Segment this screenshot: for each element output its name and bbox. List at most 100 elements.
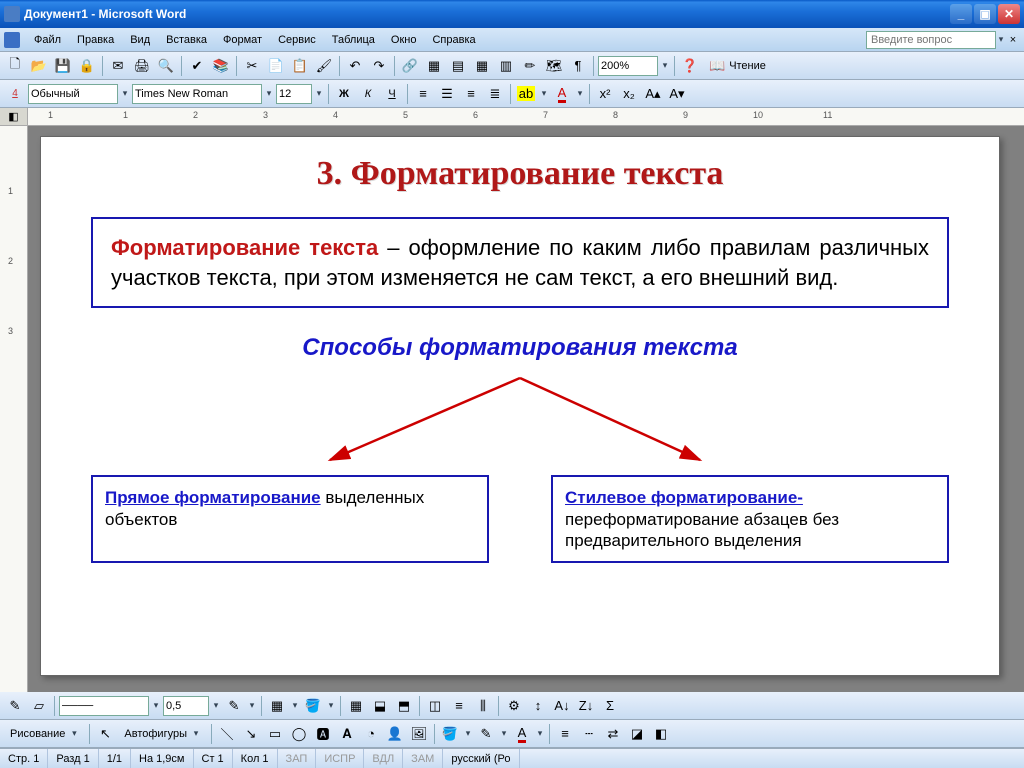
- line-style-dropdown[interactable]: ▾: [151, 700, 161, 711]
- 3d-button[interactable]: ◧: [650, 723, 672, 745]
- styles-pane-button[interactable]: 4: [4, 83, 26, 105]
- draw-table-button[interactable]: ✎: [4, 695, 26, 717]
- border-color-button[interactable]: ✎: [223, 695, 245, 717]
- insert-table2-button[interactable]: ▦: [345, 695, 367, 717]
- font-color-button[interactable]: A: [551, 83, 573, 105]
- arrow-style-button[interactable]: ⇄: [602, 723, 624, 745]
- split-cells-button[interactable]: ⬒: [393, 695, 415, 717]
- oval-button[interactable]: ◯: [288, 723, 310, 745]
- open-button[interactable]: 📂: [28, 55, 50, 77]
- bold-button[interactable]: Ж: [333, 83, 355, 105]
- italic-button[interactable]: К: [357, 83, 379, 105]
- help-button[interactable]: ❓: [679, 55, 701, 77]
- fill-color-dropdown[interactable]: ▾: [463, 728, 473, 739]
- research-button[interactable]: 📚: [210, 55, 232, 77]
- shadow-button[interactable]: ◪: [626, 723, 648, 745]
- show-marks-button[interactable]: ¶: [567, 55, 589, 77]
- distribute-rows-button[interactable]: ≡: [448, 695, 470, 717]
- drawing-toggle-button[interactable]: ✏: [519, 55, 541, 77]
- line-style-select[interactable]: [59, 696, 149, 716]
- line-color-button[interactable]: ✎: [475, 723, 497, 745]
- justify-button[interactable]: ≣: [484, 83, 506, 105]
- distribute-cols-button[interactable]: ⫼: [472, 695, 494, 717]
- undo-button[interactable]: ↶: [344, 55, 366, 77]
- zoom-select[interactable]: [598, 56, 658, 76]
- page-area[interactable]: 3. Форматирование текста Форматирование …: [28, 126, 1024, 692]
- style-dropdown[interactable]: ▾: [120, 88, 130, 99]
- columns-button[interactable]: ▥: [495, 55, 517, 77]
- superscript-button[interactable]: x²: [594, 83, 616, 105]
- hyperlink-button[interactable]: 🔗: [399, 55, 421, 77]
- save-button[interactable]: 💾: [52, 55, 74, 77]
- insert-table-button[interactable]: ▤: [447, 55, 469, 77]
- doc-map-button[interactable]: 🗺: [543, 55, 565, 77]
- autosum-button[interactable]: Σ: [599, 695, 621, 717]
- borders-dropdown[interactable]: ▾: [290, 700, 300, 711]
- status-trk[interactable]: ИСПР: [316, 749, 364, 768]
- new-doc-button[interactable]: 🗋: [4, 55, 26, 77]
- subscript-button[interactable]: x₂: [618, 83, 640, 105]
- minimize-button[interactable]: _: [950, 4, 972, 24]
- align-left-button[interactable]: ≡: [412, 83, 434, 105]
- style-select[interactable]: [28, 84, 118, 104]
- drawing-menu[interactable]: Рисование ▾: [4, 728, 85, 740]
- menu-help[interactable]: Справка: [424, 32, 483, 48]
- underline-button[interactable]: Ч: [381, 83, 403, 105]
- menu-view[interactable]: Вид: [122, 32, 158, 48]
- menu-edit[interactable]: Правка: [69, 32, 122, 48]
- font-select[interactable]: [132, 84, 262, 104]
- table-autoformat-button[interactable]: ⚙: [503, 695, 525, 717]
- print-button[interactable]: 🖨: [131, 55, 153, 77]
- close-help-icon[interactable]: ×: [1006, 34, 1020, 46]
- status-lang[interactable]: русский (Ро: [443, 749, 519, 768]
- horizontal-ruler[interactable]: ◧ 1 1 2 3 4 5 6 7 8 9 10 11: [0, 108, 1024, 126]
- highlight-dropdown[interactable]: ▾: [539, 88, 549, 99]
- autoshapes-dropdown[interactable]: ▾: [191, 728, 201, 739]
- rectangle-button[interactable]: ▭: [264, 723, 286, 745]
- line-button[interactable]: ＼: [216, 723, 238, 745]
- text-direction-button[interactable]: ↕: [527, 695, 549, 717]
- maximize-button[interactable]: ▣: [974, 4, 996, 24]
- format-painter-button[interactable]: 🖌: [313, 55, 335, 77]
- line-style-button[interactable]: ≡: [554, 723, 576, 745]
- merge-cells-button[interactable]: ⬓: [369, 695, 391, 717]
- menu-file[interactable]: Файл: [26, 32, 69, 48]
- status-ovr[interactable]: ЗАМ: [403, 749, 443, 768]
- shading-button[interactable]: 🪣: [302, 695, 324, 717]
- shrink-font-button[interactable]: A▾: [666, 83, 688, 105]
- menu-insert[interactable]: Вставка: [158, 32, 215, 48]
- picture-button[interactable]: 🖼: [408, 723, 430, 745]
- cut-button[interactable]: ✂: [241, 55, 263, 77]
- menu-service[interactable]: Сервис: [270, 32, 324, 48]
- status-ext[interactable]: ВДЛ: [364, 749, 403, 768]
- font-dropdown[interactable]: ▾: [264, 88, 274, 99]
- font-color2-button[interactable]: A: [511, 723, 533, 745]
- help-question-input[interactable]: [866, 31, 996, 49]
- align-cells-button[interactable]: ◫: [424, 695, 446, 717]
- menu-table[interactable]: Таблица: [324, 32, 383, 48]
- document-page[interactable]: 3. Форматирование текста Форматирование …: [40, 136, 1000, 676]
- font-size-dropdown[interactable]: ▾: [314, 88, 324, 99]
- vertical-ruler[interactable]: 1 2 3: [0, 126, 28, 692]
- preview-button[interactable]: 🔍: [155, 55, 177, 77]
- dash-style-button[interactable]: ┄: [578, 723, 600, 745]
- sort-asc-button[interactable]: A↓: [551, 695, 573, 717]
- paste-button[interactable]: 📋: [289, 55, 311, 77]
- line-color-dropdown[interactable]: ▾: [499, 728, 509, 739]
- wordart-button[interactable]: 𝐀: [336, 723, 358, 745]
- font-color2-dropdown[interactable]: ▾: [535, 728, 545, 739]
- eraser-button[interactable]: ▱: [28, 695, 50, 717]
- sort-desc-button[interactable]: Z↓: [575, 695, 597, 717]
- highlight-button[interactable]: ab: [515, 83, 537, 105]
- tables-borders-button[interactable]: ▦: [423, 55, 445, 77]
- textbox-button[interactable]: 🅰: [312, 723, 334, 745]
- clipart-button[interactable]: 👤: [384, 723, 406, 745]
- menu-window[interactable]: Окно: [383, 32, 425, 48]
- spelling-button[interactable]: ✔: [186, 55, 208, 77]
- help-question-dropdown[interactable]: ▾: [996, 34, 1006, 45]
- border-color-dropdown[interactable]: ▾: [247, 700, 257, 711]
- menu-format[interactable]: Формат: [215, 32, 270, 48]
- fill-color-button[interactable]: 🪣: [439, 723, 461, 745]
- insert-excel-button[interactable]: ▦: [471, 55, 493, 77]
- align-right-button[interactable]: ≡: [460, 83, 482, 105]
